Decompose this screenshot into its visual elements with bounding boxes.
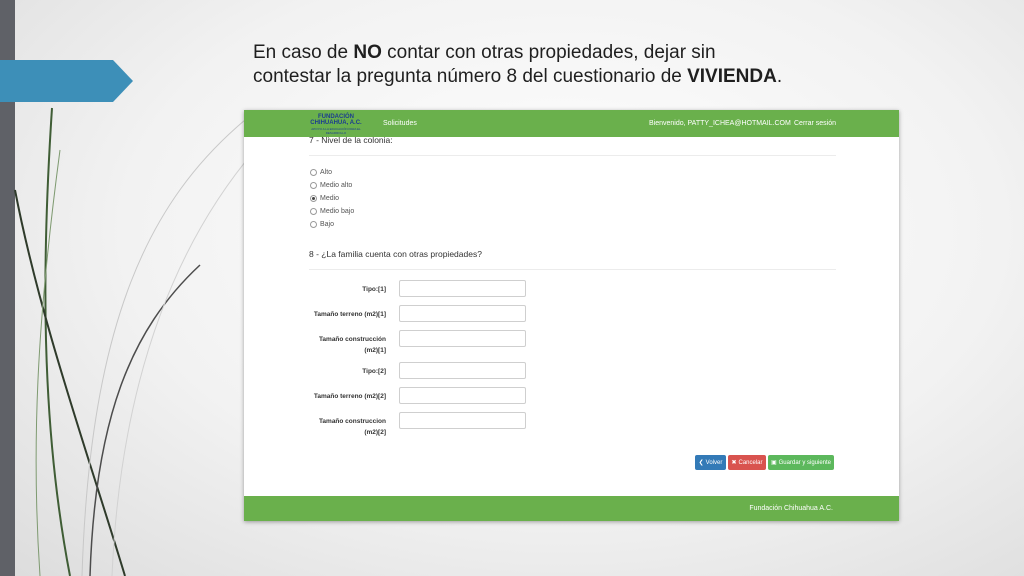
radio-option[interactable]: Bajo — [310, 219, 334, 229]
terreno-2-input[interactable] — [399, 387, 526, 404]
heading-line-2: contestar la pregunta número 8 del cuest… — [253, 66, 783, 87]
floppy-disk-icon: ▣ — [770, 460, 777, 466]
tipo-2-input[interactable] — [399, 362, 526, 379]
fundacion-logo[interactable]: FUNDACIÓN CHIHUAHUA, A.C. APOYO A LA EDU… — [305, 114, 367, 135]
heading-bold-vivienda: VIVIENDA — [687, 66, 777, 87]
construccion-2-input[interactable] — [399, 412, 526, 429]
logout-link[interactable]: Cerrar sesión — [794, 120, 836, 127]
radio-option[interactable]: Medio — [310, 193, 339, 203]
welcome-user-text: Bienvenido, PATTY_ICHEA@HOTMAIL.COM — [649, 120, 791, 127]
tipo-1-input[interactable] — [399, 280, 526, 297]
cancel-button[interactable]: ✖ Cancelar — [728, 455, 766, 470]
question-7-title: 7 - Nivel de la colonia: — [309, 135, 393, 145]
navbar: FUNDACIÓN CHIHUAHUA, A.C. APOYO A LA EDU… — [244, 110, 899, 137]
field-label-terreno-1: Tamaño terreno (m2)[1] — [313, 311, 386, 318]
slide-heading: En caso de NO contar con otras propiedad… — [253, 41, 953, 89]
save-and-next-button[interactable]: ▣ Guardar y siguiente — [768, 455, 834, 470]
footer-text: Fundación Chihuahua A.C. — [749, 505, 833, 512]
field-label-tipo-2: Tipo:[2] — [362, 368, 386, 375]
decorative-curves — [14, 107, 256, 576]
heading-line-1: En caso de NO contar con otras propiedad… — [253, 42, 716, 63]
field-label-terreno-2: Tamaño terreno (m2)[2] — [313, 393, 386, 400]
app-screenshot: FUNDACIÓN CHIHUAHUA, A.C. APOYO A LA EDU… — [244, 110, 899, 521]
field-label-tipo-1: Tipo:[1] — [362, 286, 386, 293]
radio-option[interactable]: Alto — [310, 167, 332, 177]
radio-option[interactable]: Medio alto — [310, 180, 352, 190]
radio-button[interactable] — [310, 181, 317, 189]
terreno-1-input[interactable] — [399, 305, 526, 322]
field-label-construccion-2: Tamaño construccion (m2)[2] — [318, 418, 386, 436]
divider — [309, 155, 836, 156]
close-icon: ✖ — [731, 460, 737, 466]
radio-button[interactable] — [310, 220, 317, 228]
heading-bold-no: NO — [353, 42, 382, 63]
footer: Fundación Chihuahua A.C. — [244, 496, 899, 521]
back-button[interactable]: ❮ Volver — [695, 455, 726, 470]
field-label-construccion-1: Tamaño construcción (m2)[1] — [318, 336, 386, 354]
divider — [309, 269, 836, 270]
radio-button[interactable] — [310, 168, 317, 176]
nav-solicitudes-link[interactable]: Solicitudes — [383, 120, 417, 127]
radio-button-selected[interactable] — [310, 194, 317, 202]
radio-button[interactable] — [310, 207, 317, 215]
question-8-title: 8 - ¿La familia cuenta con otras propied… — [309, 249, 482, 259]
radio-option[interactable]: Medio bajo — [310, 206, 354, 216]
chevron-left-icon: ❮ — [698, 460, 704, 466]
construccion-1-input[interactable] — [399, 330, 526, 347]
